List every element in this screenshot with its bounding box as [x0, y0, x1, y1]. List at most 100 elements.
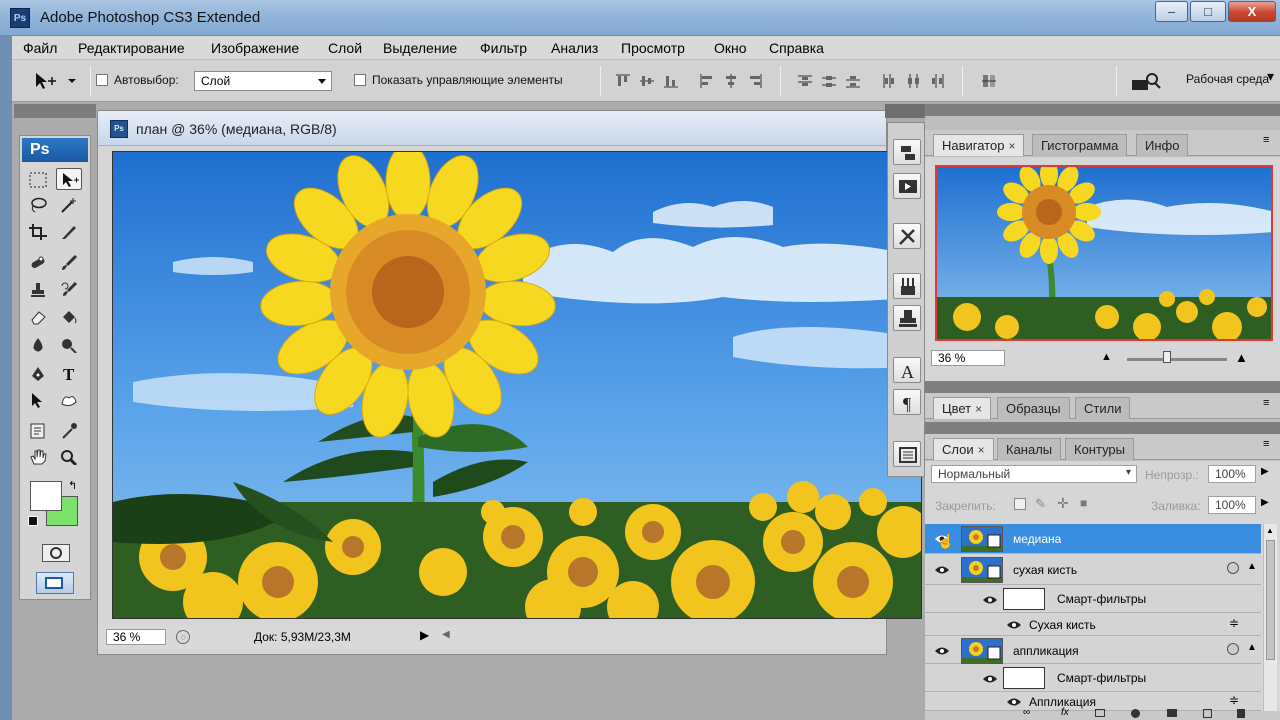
slice-tool-icon[interactable]	[56, 221, 82, 243]
smart-filter-mask[interactable]	[1003, 667, 1045, 689]
close-tab-icon[interactable]: ×	[975, 402, 982, 416]
panel-menu-icon[interactable]: ≡	[1263, 397, 1269, 409]
visibility-eye-icon[interactable]	[1005, 619, 1023, 631]
brush-tool-icon[interactable]	[56, 252, 82, 274]
visibility-eye-icon[interactable]	[981, 594, 999, 606]
tab-channels[interactable]: Каналы	[997, 438, 1062, 460]
clone-source-panel-icon[interactable]	[893, 305, 921, 331]
fill-dropdown-icon[interactable]: ▶	[1261, 497, 1269, 508]
tab-color[interactable]: Цвет ×	[933, 397, 992, 419]
menu-filter[interactable]: Фильтр	[480, 40, 527, 56]
distribute-bottom-icon[interactable]	[844, 72, 862, 90]
workspace-label[interactable]: Рабочая среда	[1186, 72, 1269, 86]
notes-tool-icon[interactable]	[25, 420, 51, 442]
distribute-left-icon[interactable]	[880, 72, 898, 90]
zoom-in-icon[interactable]: ▲	[1235, 350, 1248, 365]
close-tab-icon[interactable]: ×	[978, 443, 985, 457]
paragraph-panel-icon[interactable]: ¶	[893, 389, 921, 415]
dock-header[interactable]	[885, 104, 925, 118]
menu-image[interactable]: Изображение	[211, 40, 299, 56]
maximize-button[interactable]: □	[1190, 1, 1226, 22]
clone-stamp-tool-icon[interactable]	[25, 279, 51, 301]
new-layer-icon[interactable]	[1203, 709, 1212, 718]
close-tab-icon[interactable]: ×	[1008, 139, 1015, 153]
menu-window[interactable]: Окно	[714, 40, 747, 56]
distribute-hcenter-icon[interactable]	[904, 72, 922, 90]
foreground-color-swatch[interactable]	[30, 481, 62, 511]
menu-file[interactable]: Файл	[23, 40, 57, 56]
actions-panel-icon[interactable]	[893, 173, 921, 199]
document-titlebar[interactable]: Ps план @ 36% (медиана, RGB/8)	[98, 111, 886, 146]
smart-filter-indicator-icon[interactable]	[1227, 643, 1239, 655]
align-right-icon[interactable]	[746, 72, 764, 90]
workspace-dropdown-icon[interactable]: ▾	[1267, 68, 1274, 85]
smart-filter-indicator-icon[interactable]	[1227, 562, 1239, 574]
eyedropper-tool-icon[interactable]	[56, 420, 82, 442]
filter-options-icon[interactable]: ≑	[1229, 616, 1239, 630]
lasso-tool-icon[interactable]	[25, 194, 51, 216]
workspace-icon[interactable]	[1130, 72, 1162, 90]
tools-panel-header[interactable]	[14, 104, 96, 118]
fx-icon[interactable]: fx	[1061, 707, 1069, 718]
folder-icon[interactable]	[1167, 709, 1177, 717]
filter-row[interactable]: Сухая кисть ≑	[925, 614, 1261, 636]
visibility-eye-icon[interactable]	[981, 673, 999, 685]
layer-row[interactable]: сухая кисть ▲	[925, 555, 1261, 585]
blur-tool-icon[interactable]	[25, 334, 51, 356]
hand-tool-icon[interactable]	[25, 446, 51, 468]
panel-menu-icon[interactable]: ≡	[1263, 438, 1269, 450]
layer-row[interactable]: ☝ медиана	[925, 524, 1261, 554]
tab-layers[interactable]: Слои ×	[933, 438, 994, 460]
navigator-preview[interactable]	[935, 165, 1273, 341]
document-zoom-input[interactable]: 36 %	[106, 629, 166, 645]
expand-arrow-icon[interactable]: ▲	[1247, 561, 1257, 572]
panel-menu-icon[interactable]: ≡	[1263, 134, 1269, 146]
adjustment-layer-icon[interactable]	[1131, 709, 1140, 718]
status-menu-arrow-icon[interactable]: ▶	[420, 628, 429, 642]
image-canvas[interactable]	[112, 151, 922, 619]
history-brush-tool-icon[interactable]	[56, 279, 82, 301]
color-panel-header[interactable]	[925, 381, 1280, 393]
marquee-tool-icon[interactable]	[25, 169, 51, 191]
menu-view[interactable]: Просмотр	[621, 40, 685, 56]
lock-position-icon[interactable]: ✛	[1057, 495, 1069, 512]
distribute-top-icon[interactable]	[796, 72, 814, 90]
blend-mode-dropdown[interactable]: Нормальный ▾	[931, 465, 1137, 483]
smart-filters-row[interactable]: Смарт-фильтры	[925, 665, 1261, 692]
layer-comps-panel-icon[interactable]	[893, 441, 921, 467]
swap-colors-icon[interactable]: ↰	[68, 479, 77, 492]
navigator-zoom-slider[interactable]	[1127, 358, 1227, 361]
layers-scrollbar[interactable]: ▲	[1263, 524, 1277, 711]
magic-wand-tool-icon[interactable]	[56, 194, 82, 216]
menu-analysis[interactable]: Анализ	[551, 40, 598, 56]
default-colors-icon[interactable]	[28, 516, 38, 526]
panels-header[interactable]	[925, 104, 1280, 116]
layer-row[interactable]: аппликация ▲	[925, 637, 1261, 664]
filter-options-icon[interactable]: ≑	[1229, 693, 1239, 707]
visibility-eye-icon[interactable]	[1005, 696, 1023, 708]
menu-help[interactable]: Справка	[769, 40, 824, 56]
path-selection-tool-icon[interactable]	[25, 389, 51, 411]
distribute-right-icon[interactable]	[928, 72, 946, 90]
shape-tool-icon[interactable]	[56, 389, 82, 411]
tab-styles[interactable]: Стили	[1075, 397, 1131, 419]
smart-filters-row[interactable]: Смарт-фильтры	[925, 586, 1261, 613]
show-controls-checkbox[interactable]	[354, 74, 366, 86]
trash-icon[interactable]	[1237, 709, 1245, 718]
lock-image-icon[interactable]: ✎	[1035, 496, 1046, 512]
fill-input[interactable]: 100%	[1208, 496, 1256, 514]
type-tool-icon[interactable]: T	[56, 363, 82, 385]
tool-preset-picker[interactable]	[32, 70, 82, 92]
tab-navigator[interactable]: Навигатор ×	[933, 134, 1025, 156]
smart-filter-mask[interactable]	[1003, 588, 1045, 610]
zoom-out-icon[interactable]: ▲	[1101, 351, 1112, 363]
healing-brush-tool-icon[interactable]	[25, 252, 51, 274]
minimize-button[interactable]: –	[1155, 1, 1188, 22]
opacity-dropdown-icon[interactable]: ▶	[1261, 466, 1269, 477]
align-vcenter-icon[interactable]	[638, 72, 656, 90]
scroll-up-icon[interactable]: ▲	[1266, 526, 1274, 535]
pen-tool-icon[interactable]	[25, 363, 51, 385]
menu-edit[interactable]: Редактирование	[78, 40, 185, 56]
quick-mask-icon[interactable]	[42, 544, 70, 562]
link-layers-icon[interactable]: ∞	[1023, 707, 1030, 718]
